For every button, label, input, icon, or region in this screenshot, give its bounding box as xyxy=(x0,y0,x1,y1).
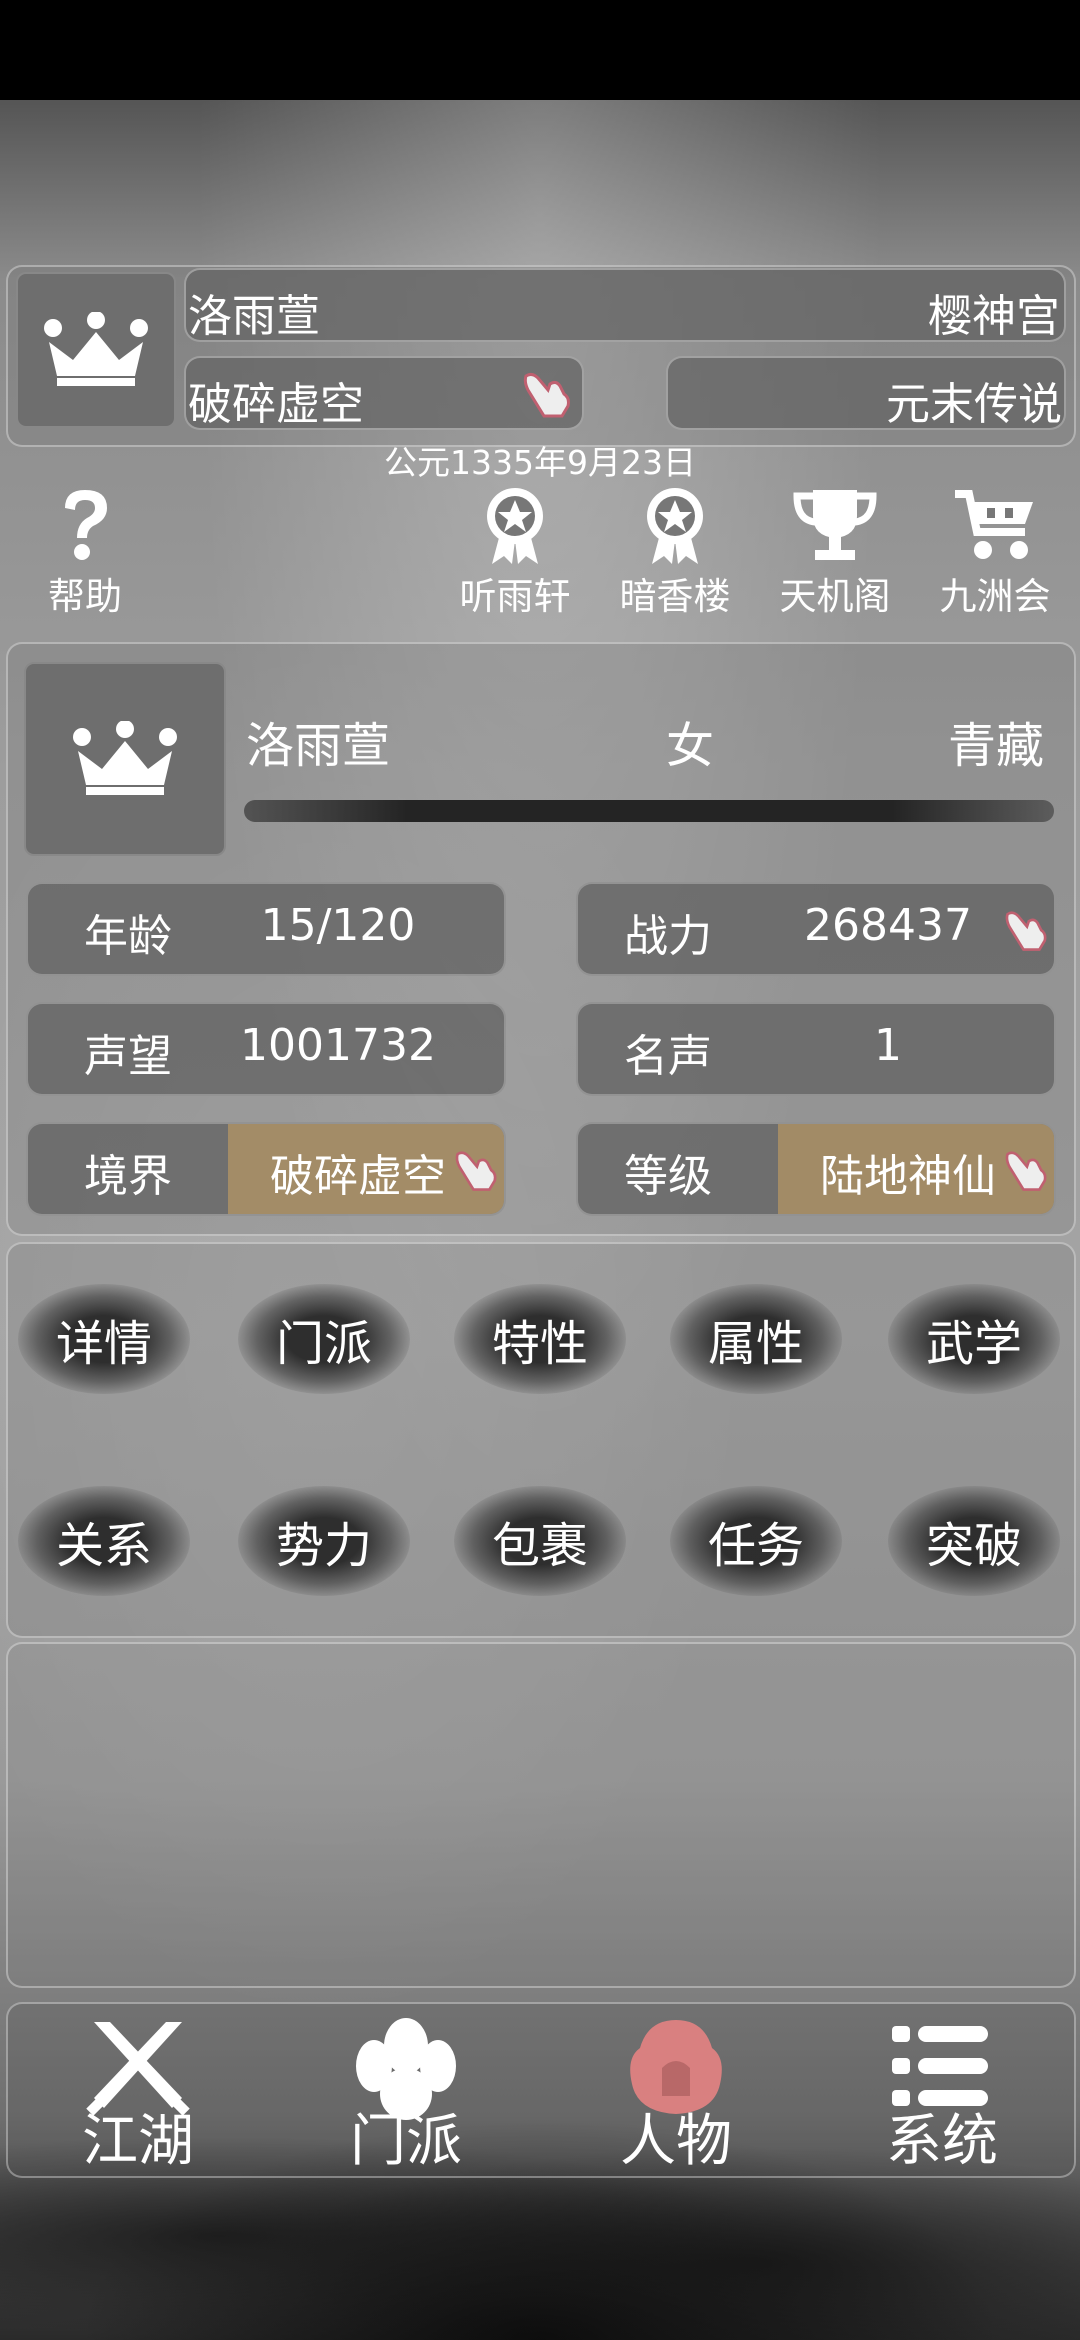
nav-xitong[interactable]: 系统 xyxy=(842,2016,1042,2174)
profile-name: 洛雨萱 xyxy=(246,718,391,774)
rank-tingyuxuan-button[interactable]: 听雨轩 xyxy=(450,486,580,620)
nav-menpai-label: 门派 xyxy=(350,2109,462,2174)
rank-anxianglou-button[interactable]: 暗香楼 xyxy=(610,486,740,620)
stat-prestige: 声望 1001732 xyxy=(26,1002,506,1096)
medal-icon xyxy=(647,488,703,564)
rank-tianjige-button[interactable]: 天机阁 xyxy=(770,486,900,620)
power-value: 268437 xyxy=(804,900,972,951)
header-name: 洛雨萱 xyxy=(188,291,320,342)
rank4-label: 九洲会 xyxy=(939,575,1051,618)
stat-level[interactable]: 等级 陆地神仙 xyxy=(576,1122,1056,1216)
realm-value: 破碎虚空 xyxy=(270,1151,446,1202)
header-avatar[interactable] xyxy=(16,272,176,428)
help-button[interactable]: 帮助 xyxy=(30,486,140,620)
header-sect[interactable]: 樱神宫 xyxy=(928,280,1060,344)
age-label: 年龄 xyxy=(84,911,172,962)
nav-menpai[interactable]: 门派 xyxy=(306,2016,506,2174)
menu-sect[interactable]: 门派 xyxy=(238,1284,410,1394)
rank2-label: 暗香楼 xyxy=(619,575,731,618)
crown-icon xyxy=(73,721,177,795)
menu-relations[interactable]: 关系 xyxy=(18,1486,190,1596)
fame-value: 1 xyxy=(874,1020,902,1071)
profile-avatar[interactable] xyxy=(24,662,226,856)
profile-region: 青藏 xyxy=(947,718,1044,774)
profile-gender: 女 xyxy=(666,718,715,774)
age-value: 15/120 xyxy=(260,900,416,951)
question-icon xyxy=(65,490,107,560)
level-label: 等级 xyxy=(624,1151,712,1202)
brush-divider xyxy=(244,800,1054,822)
hand-pointer-icon xyxy=(1005,1151,1047,1191)
menu-quests[interactable]: 任务 xyxy=(670,1486,842,1596)
hand-pointer-icon xyxy=(1005,911,1047,951)
header-realm: 破碎虚空 xyxy=(188,379,364,430)
rank1-label: 听雨轩 xyxy=(459,575,571,618)
stat-power[interactable]: 战力 268437 xyxy=(576,882,1056,976)
nav-xitong-label: 系统 xyxy=(886,2109,998,2174)
nav-renwu[interactable]: 人物 xyxy=(576,2016,776,2174)
header-era: 元末传说 xyxy=(886,379,1062,430)
prestige-value: 1001732 xyxy=(240,1020,436,1071)
help-label: 帮助 xyxy=(48,575,122,618)
game-date: 公元1335年9月23日 xyxy=(384,443,696,482)
menu-forces[interactable]: 势力 xyxy=(238,1486,410,1596)
menu-inventory[interactable]: 包裹 xyxy=(454,1486,626,1596)
rank3-label: 天机阁 xyxy=(779,575,891,618)
menu-traits[interactable]: 特性 xyxy=(454,1284,626,1394)
cart-icon xyxy=(955,490,1033,559)
stat-fame: 名声 1 xyxy=(576,1002,1056,1096)
level-value: 陆地神仙 xyxy=(820,1151,996,1202)
medal-icon xyxy=(487,488,543,564)
hand-pointer-icon xyxy=(523,372,570,418)
realm-label: 境界 xyxy=(84,1151,172,1202)
nav-renwu-label: 人物 xyxy=(620,2109,732,2174)
stat-age: 年龄 15/120 xyxy=(26,882,506,976)
trophy-icon xyxy=(793,490,877,560)
header-era-button[interactable]: 元末传说 xyxy=(666,356,1066,430)
prestige-label: 声望 xyxy=(84,1031,172,1082)
menu-breakthrough[interactable]: 突破 xyxy=(888,1486,1060,1596)
crown-icon xyxy=(44,312,148,386)
header-name-bar: 洛雨萱 樱神宫 xyxy=(184,268,1066,342)
menu-attributes[interactable]: 属性 xyxy=(670,1284,842,1394)
content-panel xyxy=(6,1642,1076,1988)
header-realm-button[interactable]: 破碎虚空 xyxy=(184,356,584,430)
power-label: 战力 xyxy=(624,911,712,962)
menu-martial-arts[interactable]: 武学 xyxy=(888,1284,1060,1394)
rank-jiuzhouhui-button[interactable]: 九洲会 xyxy=(930,486,1060,620)
stat-realm[interactable]: 境界 破碎虚空 xyxy=(26,1122,506,1216)
nav-jianghu-label: 江湖 xyxy=(82,2109,194,2174)
fame-label: 名声 xyxy=(624,1031,712,1082)
nav-jianghu[interactable]: 江湖 xyxy=(38,2016,238,2174)
menu-details[interactable]: 详情 xyxy=(18,1284,190,1394)
hand-pointer-icon xyxy=(455,1151,497,1191)
